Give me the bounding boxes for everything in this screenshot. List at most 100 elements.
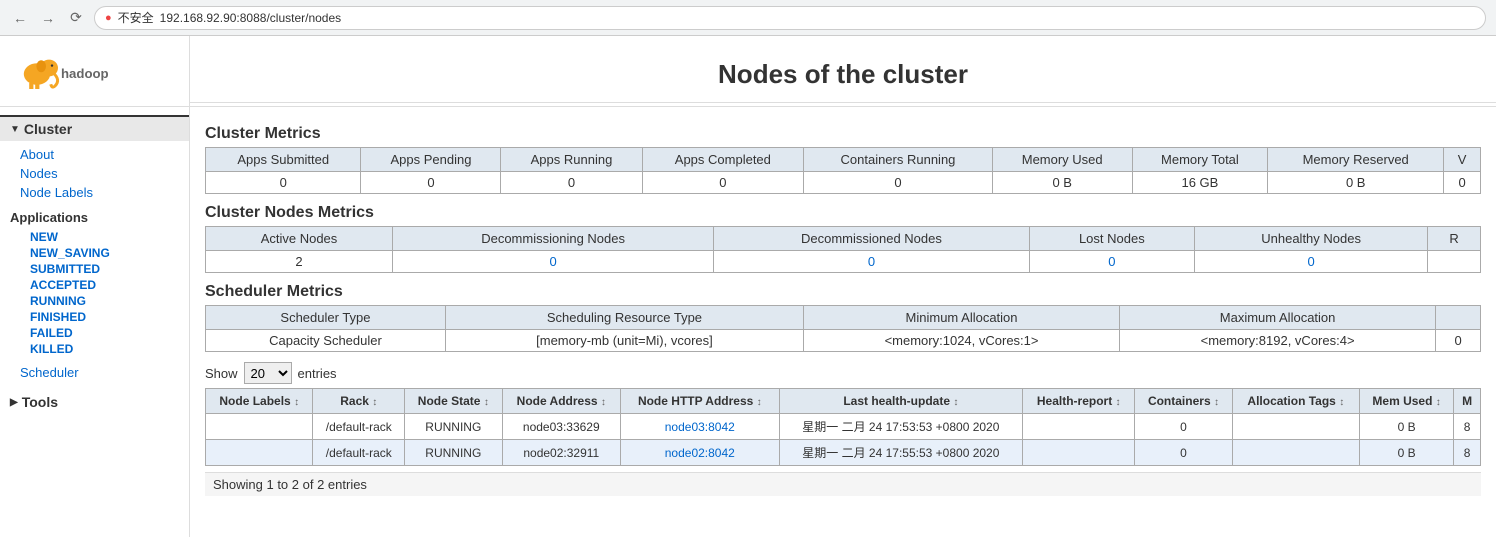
sm-col-max-alloc: Maximum Allocation xyxy=(1120,306,1436,330)
cnm-link-decommissioning[interactable]: 0 xyxy=(549,254,556,269)
address-bar[interactable]: ● 不安全 192.168.92.90:8088/cluster/nodes xyxy=(94,6,1486,30)
sidebar-link-killed[interactable]: KILLED xyxy=(0,341,189,357)
nt-col-last-health[interactable]: Last health-update ↕ xyxy=(779,389,1023,414)
sidebar-tools-header[interactable]: ▶ Tools xyxy=(0,388,189,416)
row1-node-state: RUNNING xyxy=(405,414,502,440)
row2-containers: 0 xyxy=(1135,440,1232,466)
showing-text: Showing 1 to 2 of 2 entries xyxy=(205,472,1481,496)
cnm-col-decommissioned: Decommissioned Nodes xyxy=(714,227,1029,251)
row2-rack: /default-rack xyxy=(313,440,405,466)
row1-node-http: node03:8042 xyxy=(621,414,779,440)
main-content: Cluster Metrics Apps Submitted Apps Pend… xyxy=(190,107,1496,537)
table-row: /default-rack RUNNING node02:32911 node0… xyxy=(206,440,1481,466)
row2-allocation-tags xyxy=(1232,440,1359,466)
sidebar-applications-header: Applications xyxy=(0,206,189,229)
cm-col-memory-reserved: Memory Reserved xyxy=(1268,148,1444,172)
sm-val-min-alloc: <memory:1024, vCores:1> xyxy=(804,330,1120,352)
show-entries-row: Show 10 20 25 50 100 entries xyxy=(205,362,1481,384)
cnm-link-unhealthy[interactable]: 0 xyxy=(1308,254,1315,269)
cnm-col-unhealthy: Unhealthy Nodes xyxy=(1195,227,1428,251)
hadoop-logo: hadoop xyxy=(10,46,130,96)
row1-rack: /default-rack xyxy=(313,414,405,440)
cm-col-v: V xyxy=(1444,148,1481,172)
cnm-col-lost: Lost Nodes xyxy=(1029,227,1194,251)
cnm-val-decommissioning: 0 xyxy=(392,251,713,273)
cnm-link-decommissioned[interactable]: 0 xyxy=(868,254,875,269)
cnm-col-r: R xyxy=(1428,227,1481,251)
cnm-val-r xyxy=(1428,251,1481,273)
entries-select[interactable]: 10 20 25 50 100 xyxy=(244,362,292,384)
cnm-val-decommissioned: 0 xyxy=(714,251,1029,273)
sm-col-extra xyxy=(1436,306,1481,330)
row1-health-report xyxy=(1023,414,1135,440)
sidebar-link-accepted[interactable]: ACCEPTED xyxy=(0,277,189,293)
row1-mem-used: 0 B xyxy=(1359,414,1453,440)
title-area: Nodes of the cluster xyxy=(190,39,1496,103)
row2-node-http-link[interactable]: node02:8042 xyxy=(665,446,735,460)
sidebar-link-failed[interactable]: FAILED xyxy=(0,325,189,341)
row1-allocation-tags xyxy=(1232,414,1359,440)
forward-button[interactable]: → xyxy=(38,8,58,28)
entries-label: entries xyxy=(298,366,337,381)
cm-col-memory-total: Memory Total xyxy=(1132,148,1267,172)
sort-icon-rack: ↕ xyxy=(372,397,377,408)
cm-val-v: 0 xyxy=(1444,172,1481,194)
nt-col-node-address[interactable]: Node Address ↕ xyxy=(502,389,621,414)
cm-col-memory-used: Memory Used xyxy=(992,148,1132,172)
cm-val-apps-submitted: 0 xyxy=(206,172,361,194)
nt-col-allocation-tags[interactable]: Allocation Tags ↕ xyxy=(1232,389,1359,414)
sidebar-link-node-labels[interactable]: Node Labels xyxy=(0,183,189,202)
nt-col-mem-used[interactable]: Mem Used ↕ xyxy=(1359,389,1453,414)
cluster-nodes-metrics-table: Active Nodes Decommissioning Nodes Decom… xyxy=(205,226,1481,273)
row1-last-health: 星期一 二月 24 17:53:53 +0800 2020 xyxy=(779,414,1023,440)
cm-col-apps-pending: Apps Pending xyxy=(361,148,501,172)
sort-icon-node-address: ↕ xyxy=(601,397,606,408)
row1-m: 8 xyxy=(1454,414,1481,440)
scheduler-metrics-title: Scheduler Metrics xyxy=(205,283,1481,301)
page-title: Nodes of the cluster xyxy=(190,39,1496,103)
sidebar-link-new[interactable]: NEW xyxy=(0,229,189,245)
cm-col-apps-submitted: Apps Submitted xyxy=(206,148,361,172)
cm-val-memory-used: 0 B xyxy=(992,172,1132,194)
sidebar-link-nodes[interactable]: Nodes xyxy=(0,164,189,183)
security-icon: ● xyxy=(105,12,112,24)
row1-node-http-link[interactable]: node03:8042 xyxy=(665,420,735,434)
sidebar-link-new-saving[interactable]: NEW_SAVING xyxy=(0,245,189,261)
row2-mem-used: 0 B xyxy=(1359,440,1453,466)
row2-health-report xyxy=(1023,440,1135,466)
nt-col-health-report[interactable]: Health-report ↕ xyxy=(1023,389,1135,414)
sidebar-link-submitted[interactable]: SUBMITTED xyxy=(0,261,189,277)
url-text: 192.168.92.90:8088/cluster/nodes xyxy=(160,11,341,25)
back-button[interactable]: ← xyxy=(10,8,30,28)
sm-col-resource-type: Scheduling Resource Type xyxy=(445,306,803,330)
cluster-arrow-icon: ▼ xyxy=(10,124,20,135)
sidebar-cluster-header[interactable]: ▼ Cluster xyxy=(0,115,189,141)
nt-col-node-labels[interactable]: Node Labels ↕ xyxy=(206,389,313,414)
reload-button[interactable]: ⟳ xyxy=(66,8,86,28)
nt-col-m: M xyxy=(1454,389,1481,414)
nt-col-containers[interactable]: Containers ↕ xyxy=(1135,389,1232,414)
sm-col-type: Scheduler Type xyxy=(206,306,446,330)
cm-val-memory-reserved: 0 B xyxy=(1268,172,1444,194)
node-table: Node Labels ↕ Rack ↕ Node State ↕ xyxy=(205,388,1481,466)
nt-col-node-http[interactable]: Node HTTP Address ↕ xyxy=(621,389,779,414)
row2-last-health: 星期一 二月 24 17:55:53 +0800 2020 xyxy=(779,440,1023,466)
sort-icon-containers: ↕ xyxy=(1214,397,1219,408)
cluster-label: Cluster xyxy=(24,121,72,137)
scheduler-metrics-table: Scheduler Type Scheduling Resource Type … xyxy=(205,305,1481,352)
sidebar-link-scheduler[interactable]: Scheduler xyxy=(0,363,189,382)
nt-col-rack[interactable]: Rack ↕ xyxy=(313,389,405,414)
sort-icon-node-state: ↕ xyxy=(484,397,489,408)
cnm-link-lost[interactable]: 0 xyxy=(1108,254,1115,269)
sidebar-link-running[interactable]: RUNNING xyxy=(0,293,189,309)
row1-node-labels xyxy=(206,414,313,440)
sort-icon-mem-used: ↕ xyxy=(1436,397,1441,408)
cm-col-apps-completed: Apps Completed xyxy=(642,148,804,172)
sidebar-link-finished[interactable]: FINISHED xyxy=(0,309,189,325)
sort-icon-node-http: ↕ xyxy=(757,397,762,408)
logo-area: hadoop xyxy=(0,36,190,106)
nt-col-node-state[interactable]: Node State ↕ xyxy=(405,389,502,414)
sidebar-link-about[interactable]: About xyxy=(0,145,189,164)
cnm-col-active: Active Nodes xyxy=(206,227,393,251)
cnm-val-lost: 0 xyxy=(1029,251,1194,273)
